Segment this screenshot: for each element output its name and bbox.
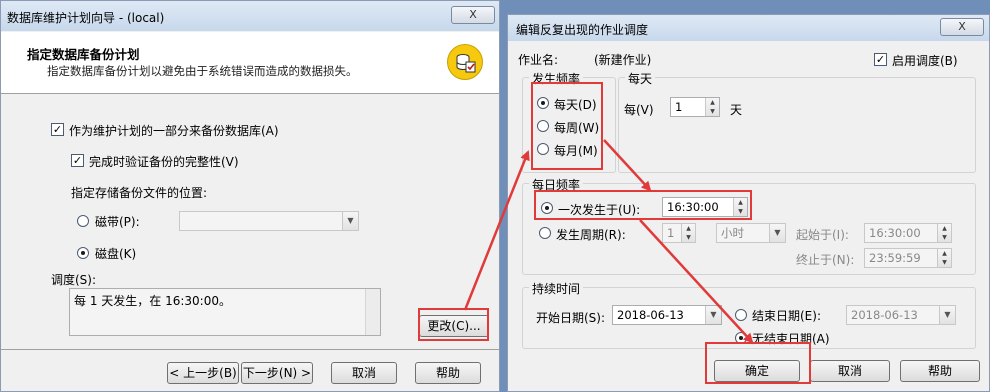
database-backup-icon: [447, 44, 483, 80]
next-button[interactable]: 下一步(N) >: [241, 362, 313, 384]
weekly-radio[interactable]: [537, 120, 549, 132]
daily-group: 每天: [618, 70, 976, 173]
end-date-label: 结束日期(E):: [752, 309, 821, 323]
spin-arrows-icon[interactable]: ▲ ▼: [705, 98, 719, 116]
schedule-scrollbar[interactable]: [365, 289, 380, 335]
wizard-title: 数据库维护计划向导 - (local): [7, 11, 165, 25]
wizard-header: 指定数据库备份计划 指定数据库备份计划以避免由于系统错误而造成的数据损失。: [1, 32, 499, 94]
schedule-text: 每 1 天发生，在 16:30:00。: [74, 294, 231, 308]
daily-group-title: 每天: [625, 70, 656, 87]
maintenance-wizard-window: 数据库维护计划向导 - (local) X 指定数据库备份计划 指定数据库备份计…: [0, 0, 500, 392]
schedule-label: 调度(S):: [51, 273, 97, 287]
period-unit-value: 小时: [721, 226, 744, 240]
start-at-label: 起始于(I):: [796, 228, 849, 242]
weekly-label: 每周(W): [554, 121, 600, 135]
chevron-down-icon[interactable]: ▼: [705, 306, 721, 324]
wizard-titlebar[interactable]: 数据库维护计划向导 - (local) X: [1, 1, 499, 31]
wizard-help-button[interactable]: 帮助: [415, 362, 481, 384]
tape-radio[interactable]: [77, 215, 89, 227]
schedule-dialog-window: 编辑反复出现的作业调度 X 作业名: (新建作业) ✓ 启用调度(B) 发生频率…: [507, 14, 990, 392]
period-stepper[interactable]: 1 ▲ ▼: [662, 223, 696, 243]
schedule-help-button[interactable]: 帮助: [900, 360, 980, 382]
end-at-label: 终止于(N):: [796, 253, 855, 267]
spin-arrows-icon[interactable]: ▲ ▼: [937, 249, 951, 267]
once-at-time-input[interactable]: 16:30:00 ▲ ▼: [662, 197, 748, 217]
tape-label: 磁带(P):: [95, 215, 140, 229]
schedule-titlebar[interactable]: 编辑反复出现的作业调度 X: [508, 15, 989, 41]
disk-label: 磁盘(K): [95, 247, 137, 261]
schedule-description: 每 1 天发生，在 16:30:00。: [69, 288, 381, 336]
spin-arrows-icon[interactable]: ▲ ▼: [937, 224, 951, 242]
page-title: 指定数据库备份计划: [27, 47, 140, 62]
wizard-cancel-button[interactable]: 取消: [331, 362, 397, 384]
every-label: 每(V): [624, 103, 654, 117]
spin-arrows-icon[interactable]: ▲ ▼: [733, 198, 747, 216]
end-date-picker[interactable]: 2018-06-13 ▼: [846, 305, 956, 325]
every-days-stepper[interactable]: 1 ▲ ▼: [670, 97, 720, 117]
wizard-close-button[interactable]: X: [451, 6, 495, 24]
schedule-cancel-button[interactable]: 取消: [810, 360, 890, 382]
every-period-radio[interactable]: [539, 227, 551, 239]
chevron-down-icon[interactable]: ▼: [769, 224, 785, 242]
enable-schedule-label: 启用调度(B): [892, 54, 958, 68]
spin-arrows-icon[interactable]: ▲ ▼: [681, 224, 695, 242]
chevron-down-icon[interactable]: ▼: [342, 212, 358, 230]
backup-database-checkbox[interactable]: ✓: [51, 123, 64, 136]
daily-label: 每天(D): [554, 98, 597, 112]
duration-group-title: 持续时间: [529, 280, 584, 297]
start-at-value: 16:30:00: [869, 226, 921, 240]
footer-divider: [1, 349, 499, 350]
tape-dropdown[interactable]: ▼: [179, 211, 359, 231]
daily-radio[interactable]: [537, 97, 549, 109]
every-period-label: 发生周期(R):: [556, 228, 626, 242]
end-date-value: 2018-06-13: [851, 308, 918, 322]
every-days-value: 1: [675, 100, 683, 114]
once-at-time-value: 16:30:00: [667, 200, 719, 214]
monthly-label: 每月(M): [554, 144, 598, 158]
enable-schedule-checkbox[interactable]: ✓: [874, 53, 887, 66]
job-name-label: 作业名:: [518, 53, 559, 67]
period-value: 1: [667, 226, 675, 240]
once-at-radio[interactable]: [541, 202, 553, 214]
back-button[interactable]: < 上一步(B): [167, 362, 239, 384]
no-end-date-radio[interactable]: [735, 332, 747, 344]
disk-radio[interactable]: [77, 247, 89, 259]
days-unit: 天: [730, 103, 743, 117]
schedule-close-button[interactable]: X: [940, 18, 984, 36]
chevron-down-icon[interactable]: ▼: [939, 306, 955, 324]
start-date-value: 2018-06-13: [617, 308, 684, 322]
end-date-radio[interactable]: [735, 309, 747, 321]
monthly-radio[interactable]: [537, 143, 549, 155]
occurs-group-title: 发生频率: [529, 70, 584, 87]
location-label: 指定存储备份文件的位置:: [71, 186, 208, 200]
verify-backup-label: 完成时验证备份的完整性(V): [89, 155, 239, 169]
ok-button[interactable]: 确定: [714, 360, 800, 382]
job-name-value: (新建作业): [594, 53, 652, 67]
end-at-value: 23:59:59: [869, 251, 921, 265]
verify-backup-checkbox[interactable]: ✓: [71, 154, 84, 167]
schedule-dialog-title: 编辑反复出现的作业调度: [516, 23, 649, 37]
page-subtitle: 指定数据库备份计划以避免由于系统错误而造成的数据损失。: [47, 64, 358, 78]
once-at-label: 一次发生于(U):: [558, 203, 641, 217]
end-at-input[interactable]: 23:59:59 ▲ ▼: [864, 248, 952, 268]
backup-database-label: 作为维护计划的一部分来备份数据库(A): [69, 124, 279, 138]
daily-frequency-title: 每日频率: [529, 176, 584, 193]
change-schedule-button[interactable]: 更改(C)...: [419, 315, 489, 337]
period-unit-dropdown[interactable]: 小时 ▼: [716, 223, 786, 243]
start-date-label: 开始日期(S):: [536, 311, 606, 325]
no-end-date-label: 无结束日期(A): [752, 332, 830, 346]
start-at-input[interactable]: 16:30:00 ▲ ▼: [864, 223, 952, 243]
start-date-picker[interactable]: 2018-06-13 ▼: [612, 305, 722, 325]
